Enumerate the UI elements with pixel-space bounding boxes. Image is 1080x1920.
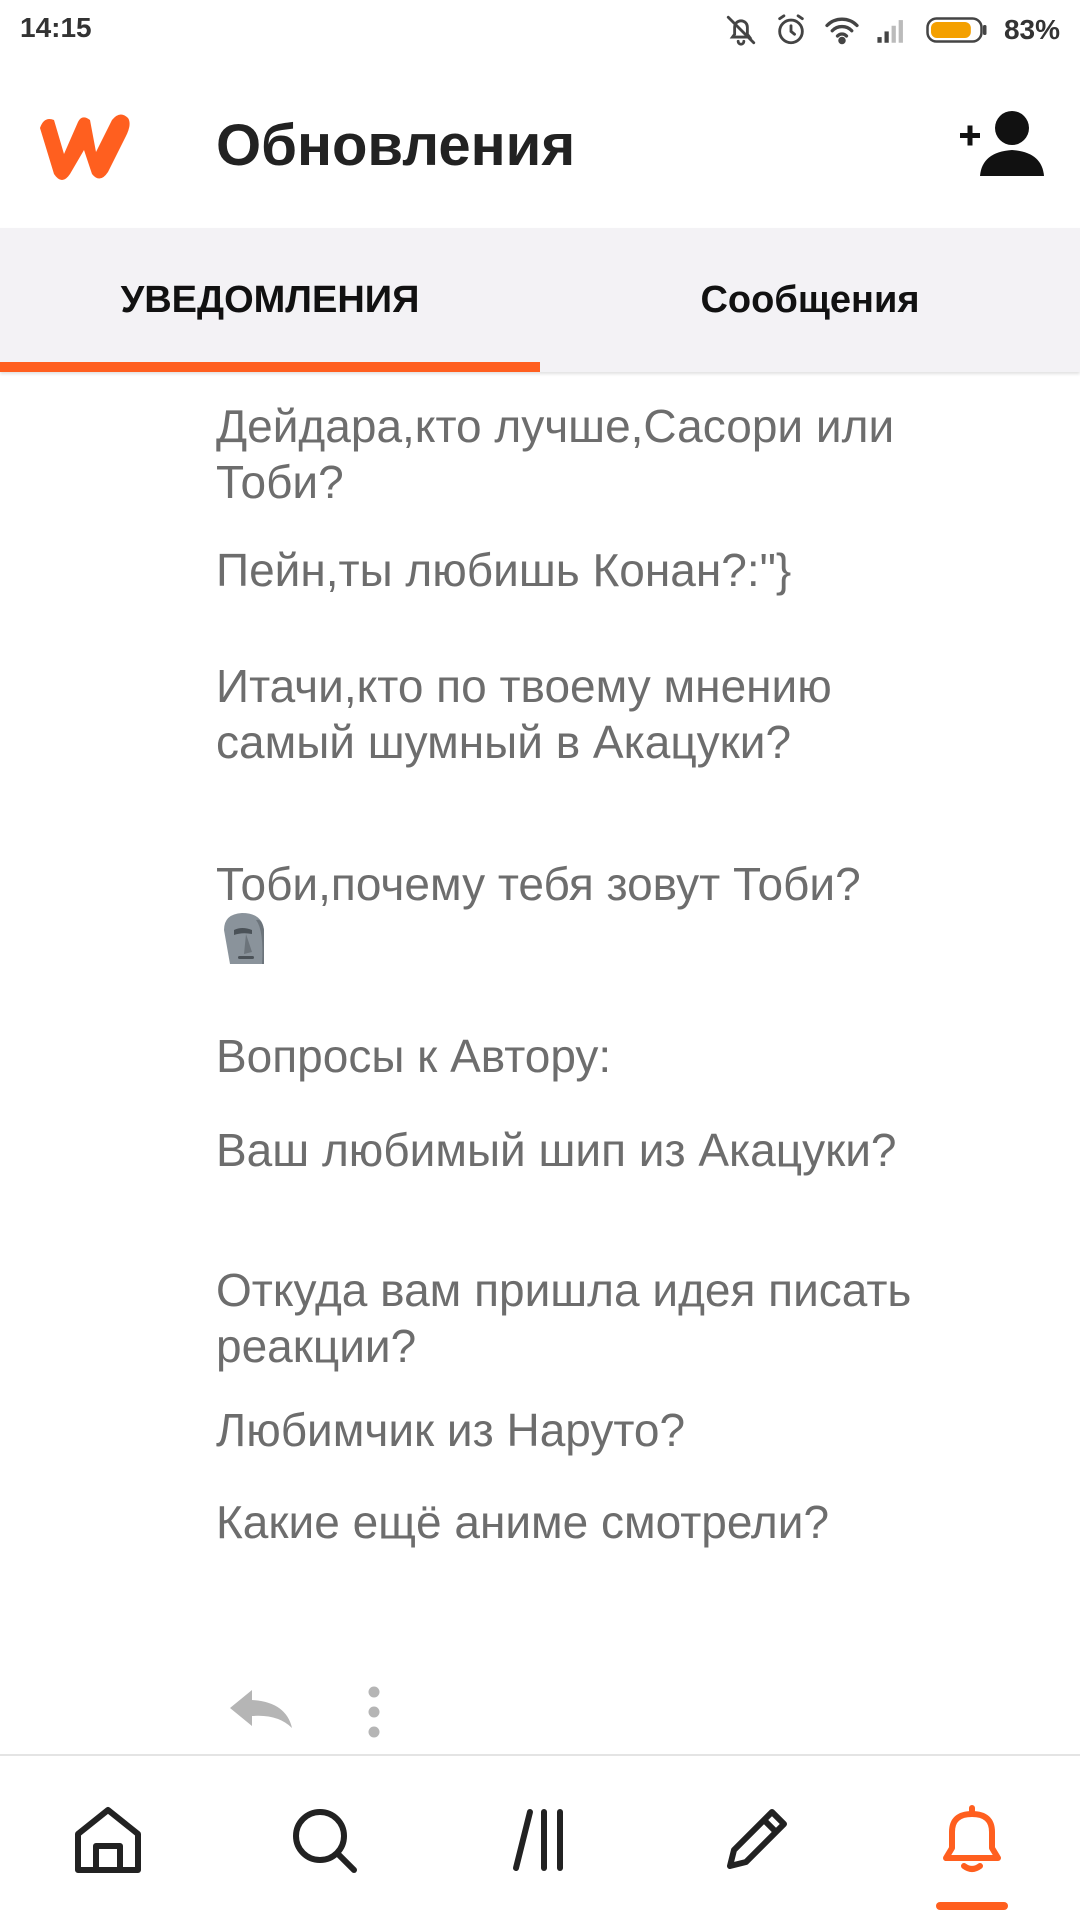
status-icons: 83% (724, 8, 1060, 52)
wattpad-logo[interactable] (34, 106, 134, 186)
home-icon[interactable] (68, 1800, 148, 1880)
bottom-nav (0, 1754, 1080, 1920)
comment-line: Дейдара,кто лучше,Сасори или Тоби? (216, 400, 895, 508)
pencil-icon[interactable] (716, 1800, 796, 1880)
battery-percent: 83% (1003, 14, 1060, 45)
bell-off-icon (726, 15, 756, 46)
comment-line: Любимчик из Наруто? (216, 1404, 686, 1456)
page-title: Обновления (216, 113, 576, 178)
reply-icon[interactable] (226, 1686, 296, 1730)
tabs: УВЕДОМЛЕНИЯ Сообщения (0, 228, 1080, 372)
tab-messages-label: Сообщения (700, 278, 920, 321)
tab-indicator (0, 362, 540, 372)
nav-active-indicator (936, 1902, 1008, 1910)
signal-icon (877, 20, 903, 43)
comment-line: Откуда вам пришла идея писать реакции? (216, 1264, 912, 1372)
add-person-icon[interactable] (960, 106, 1050, 186)
moai-icon (224, 913, 264, 964)
comment-content: Дейдара,кто лучше,Сасори или Тоби? Пейн,… (0, 372, 1080, 1754)
comment-line: Вопросы к Автору: (216, 1030, 612, 1082)
comment-line: Итачи,кто по твоему мнению самый шумный … (216, 660, 832, 768)
wifi-icon (825, 17, 859, 45)
tab-notifications[interactable]: УВЕДОМЛЕНИЯ (0, 228, 540, 372)
more-vertical-icon[interactable] (364, 1682, 384, 1746)
screen: 14:15 83% Обновления УВЕДОМЛЕНИЯ Сообщен… (0, 0, 1080, 1920)
comment-line: Пейн,ты любишь Конан?:"} (216, 544, 792, 596)
comment-line: Ваш любимый шип из Акацуки? (216, 1124, 897, 1176)
battery-icon (926, 17, 987, 43)
comment-line: Тоби,почему тебя зовут Тоби? (216, 858, 861, 910)
alarm-icon (778, 14, 804, 45)
status-bar: 14:15 83% (0, 0, 1080, 60)
comment-line: Какие ещё аниме смотрели? (216, 1496, 830, 1548)
tab-messages[interactable]: Сообщения (540, 228, 1080, 372)
app-bar: Обновления (0, 60, 1080, 228)
library-icon[interactable] (500, 1800, 580, 1880)
tab-notifications-label: УВЕДОМЛЕНИЯ (120, 278, 420, 321)
search-icon[interactable] (284, 1800, 364, 1880)
status-time: 14:15 (20, 12, 92, 43)
bell-icon[interactable] (932, 1800, 1012, 1880)
